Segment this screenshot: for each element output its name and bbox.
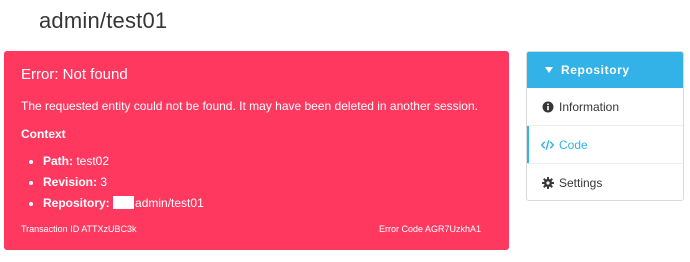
page: admin/test01 Error: Not found The reques…: [0, 0, 690, 262]
sidebar-item-label: Code: [559, 137, 588, 152]
error-context-heading: Context: [21, 127, 66, 141]
error-notification: Error: Not found The requested entity co…: [4, 51, 509, 250]
sidebar-item-label: Settings: [559, 176, 603, 190]
info-circle-icon: [541, 100, 554, 113]
bullet-icon: [29, 202, 33, 206]
context-value: 3: [100, 175, 108, 189]
context-item-revision: Revision: 3: [21, 172, 204, 193]
transaction-id: Transaction ID ATTXzUBC3k: [21, 224, 137, 234]
sidebar-item-settings[interactable]: Settings: [527, 164, 683, 200]
sidebar-header-label: Repository: [561, 63, 630, 77]
error-context-list: Path: test02 Revision: 3 Repository: adm…: [21, 151, 204, 214]
context-value: admin/test01: [135, 196, 204, 210]
context-key: Path:: [43, 154, 73, 168]
error-footer: Transaction ID ATTXzUBC3k Error Code AGR…: [21, 224, 481, 234]
repository-type-icon: [113, 196, 135, 209]
page-title: admin/test01: [39, 8, 168, 33]
context-key: Revision:: [43, 175, 98, 189]
sidebar-header-repository[interactable]: Repository: [527, 52, 683, 88]
bullet-icon: [29, 160, 33, 164]
error-message: The requested entity could not be found.…: [21, 99, 478, 113]
caret-down-icon: [545, 67, 553, 73]
sidebar-item-information[interactable]: Information: [527, 88, 683, 126]
context-key: Repository:: [43, 196, 110, 210]
code-icon: [541, 138, 554, 151]
sidebar-item-label: Information: [559, 99, 620, 114]
error-code: Error Code AGR7UzkhA1: [378, 224, 481, 234]
sidebar-item-code[interactable]: Code: [527, 126, 683, 164]
context-item-repository: Repository: admin/test01: [21, 193, 204, 214]
gear-icon: [541, 177, 554, 190]
context-item-path: Path: test02: [21, 151, 204, 172]
context-value: test02: [76, 154, 110, 168]
error-title: Error: Not found: [21, 66, 128, 83]
bullet-icon: [29, 181, 33, 185]
repository-sidebar: Repository Information Code Settings: [526, 51, 684, 201]
